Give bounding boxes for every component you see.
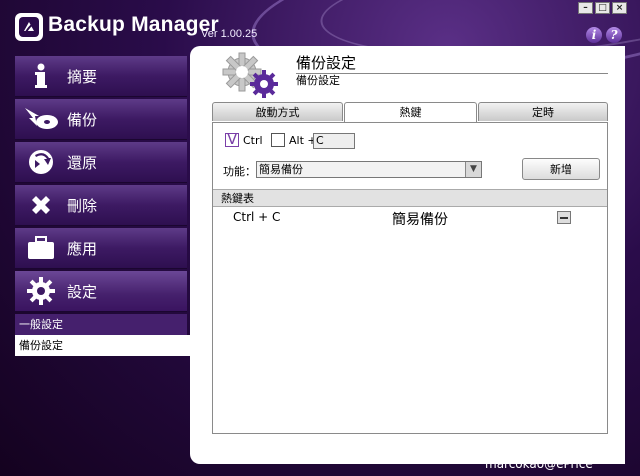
title-divider (296, 73, 608, 74)
backup-manager-window: – □ × Backup Manager Ver 1.00.25 i ? 摘要 … (0, 0, 640, 476)
sidebar-item-settings[interactable]: 設定 (15, 271, 187, 312)
main-panel: 備份設定 備份設定 啟動方式 熱鍵 定時 Ctrl Alt + C 功能： 簡易… (190, 46, 625, 464)
delete-x-icon (23, 190, 59, 220)
add-hotkey-button[interactable]: 新增 (522, 158, 600, 180)
sidebar-item-restore[interactable]: 還原 (15, 142, 187, 183)
settings-submenu: 一般設定 備份設定 (15, 314, 199, 356)
tab-schedule[interactable]: 定時 (478, 102, 608, 121)
sidebar-item-label: 備份 (67, 110, 98, 129)
tab-startup-method[interactable]: 啟動方式 (212, 102, 343, 121)
ctrl-label: Ctrl (243, 134, 263, 147)
table-row[interactable]: Ctrl + C 簡易備份 (213, 209, 607, 228)
app-title: Backup Manager (48, 13, 219, 36)
page-title: 備份設定 (296, 54, 357, 72)
remove-hotkey-icon[interactable] (557, 211, 571, 224)
sidebar-item-label: 設定 (67, 282, 98, 301)
restore-arrow-icon (23, 147, 59, 177)
info-icon[interactable]: i (586, 27, 602, 43)
briefcase-icon (23, 233, 59, 263)
backup-disc-icon (23, 104, 59, 134)
minimize-button[interactable]: – (578, 2, 593, 14)
hotkey-key-input[interactable]: C (313, 133, 355, 149)
app-logo-icon (15, 13, 43, 41)
function-select-value: 簡易備份 (259, 163, 303, 176)
hotkey-action-cell: 簡易備份 (392, 212, 448, 228)
sidebar-item-label: 摘要 (67, 67, 98, 86)
help-icon[interactable]: ? (606, 27, 622, 43)
help-icons: i ? (586, 27, 622, 43)
sidebar: 摘要 備份 還原 刪除 應用 設定 一般設定 備份設定 (15, 56, 199, 356)
version-label: Ver 1.00.25 (201, 28, 258, 40)
sidebar-item-summary[interactable]: 摘要 (15, 56, 187, 97)
function-label: 功能： (223, 165, 256, 178)
close-button[interactable]: × (612, 2, 627, 14)
submenu-item-general[interactable]: 一般設定 (15, 314, 187, 335)
alt-checkbox[interactable] (271, 133, 285, 147)
ctrl-checkbox[interactable] (225, 130, 239, 148)
sidebar-item-label: 刪除 (67, 196, 98, 215)
sidebar-item-apply[interactable]: 應用 (15, 228, 187, 269)
hotkey-keys-cell: Ctrl + C (233, 210, 281, 224)
sidebar-item-label: 還原 (67, 153, 98, 172)
sidebar-item-backup[interactable]: 備份 (15, 99, 187, 140)
hotkey-list-header: 熱鍵表 (213, 189, 607, 207)
dropdown-arrow-icon[interactable]: ▼ (465, 162, 481, 177)
info-icon (23, 61, 59, 91)
maximize-button[interactable]: □ (595, 2, 610, 14)
hotkey-tab-content: Ctrl Alt + C 功能： 簡易備份 ▼ 新增 熱鍵表 Ctrl + C … (212, 122, 608, 434)
sidebar-item-label: 應用 (67, 239, 98, 258)
settings-gears-icon (218, 50, 282, 102)
tab-bar: 啟動方式 熱鍵 定時 (212, 102, 608, 122)
tab-hotkey[interactable]: 熱鍵 (344, 102, 477, 122)
page-subtitle: 備份設定 (296, 74, 340, 87)
function-select[interactable]: 簡易備份 ▼ (256, 161, 482, 178)
gear-icon (23, 276, 59, 306)
submenu-item-backup-settings[interactable]: 備份設定 (15, 335, 199, 356)
sidebar-item-delete[interactable]: 刪除 (15, 185, 187, 226)
watermark: marcokao@ePrice (485, 457, 593, 471)
